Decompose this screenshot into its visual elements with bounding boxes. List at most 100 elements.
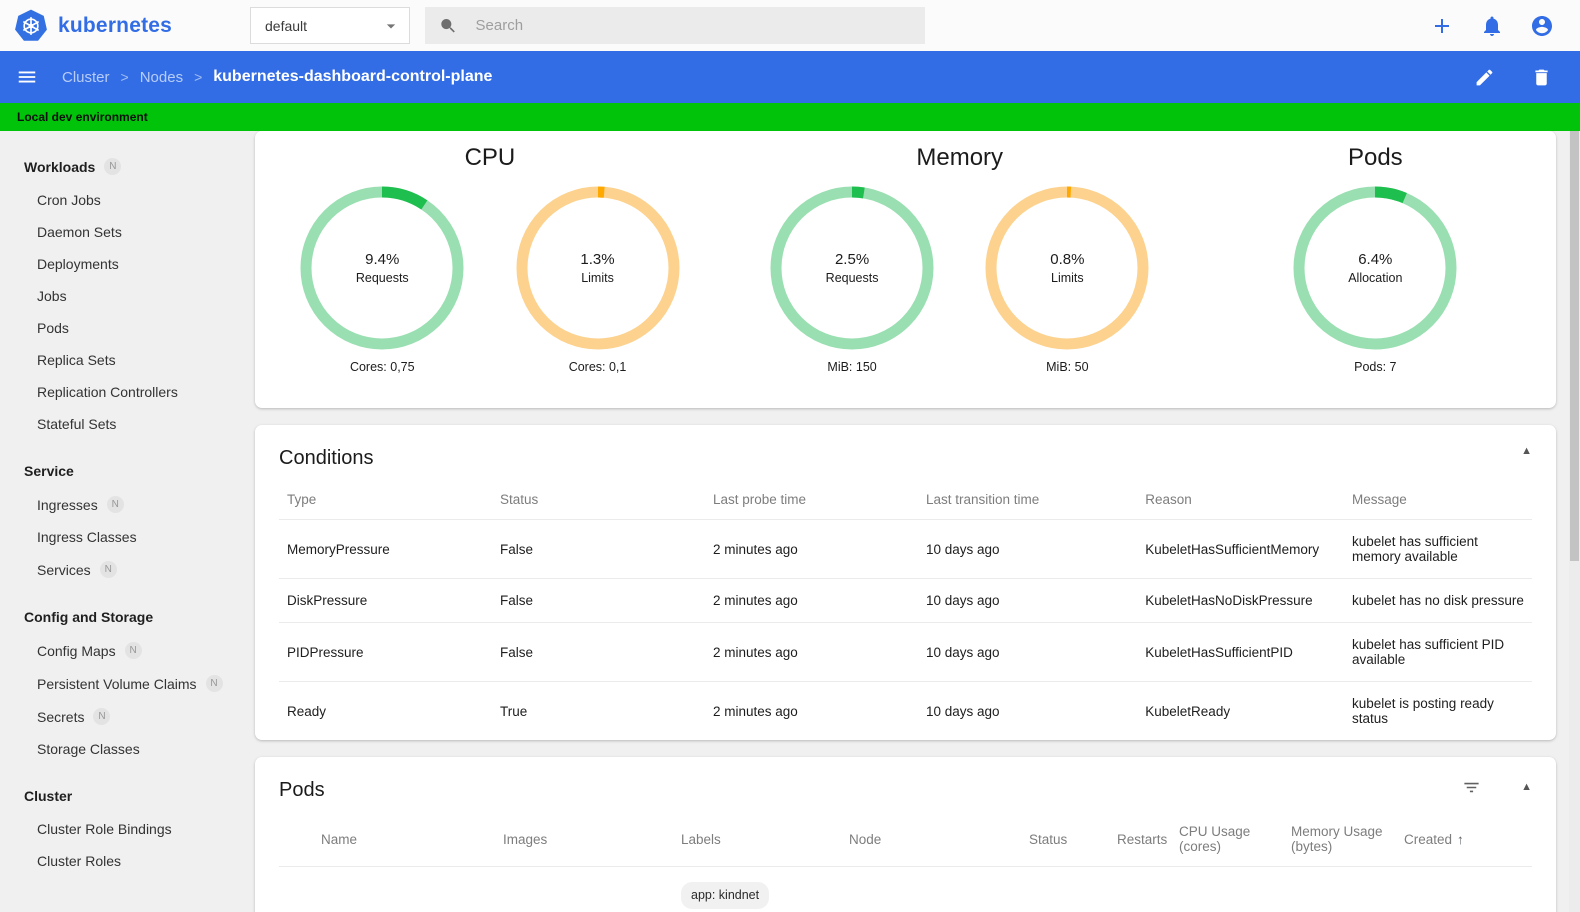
sidebar-item-cluster-role-bindings[interactable]: Cluster Role Bindings (0, 813, 250, 845)
sidebar-item-label: Persistent Volume Claims (37, 675, 197, 692)
pods-table-body: kindnet-fmj8ddocker.io/kindest/kindnetd:… (279, 867, 1532, 912)
sidebar-item-config-maps[interactable]: Config Maps N (0, 634, 250, 667)
donut-label: Limits (581, 271, 614, 285)
conditions-table-header-row: Type Status Last probe time Last transition… (279, 480, 1532, 520)
breadcrumb-current: kubernetes-dashboard-control-plane (213, 68, 493, 85)
conditions-column-message: Message (1344, 480, 1532, 520)
chart-title: Pods (1347, 144, 1403, 171)
pods-column-status[interactable]: Status (1021, 812, 1109, 867)
sidebar-item-replica-sets[interactable]: Replica Sets (0, 344, 250, 376)
conditions-title: Conditions (279, 447, 374, 469)
condition-cell: DiskPressure (279, 578, 492, 623)
filter-icon (1464, 782, 1479, 793)
pods-column-labels[interactable]: Labels (673, 812, 841, 867)
collapse-icon[interactable]: ▲ (1521, 446, 1532, 457)
conditions-table-body: MemoryPressure False 2 minutes ago 10 days … (279, 519, 1532, 741)
allocation-charts: CPU 9.4% Requests Cores: 0,75 1.3% Limits Core… (255, 131, 1556, 374)
column-label: Restarts (1117, 831, 1168, 847)
pods-column-memory-usage-bytes-[interactable]: Memory Usage (bytes) (1283, 812, 1396, 867)
search-bar[interactable] (425, 7, 925, 44)
pods-column-name[interactable]: Name (313, 812, 495, 867)
sidebar-section-workloads: Workloads N (0, 149, 250, 184)
collapse-icon[interactable]: ▲ (1521, 782, 1532, 793)
dropdown-arrow-icon (386, 23, 396, 28)
sidebar-item-daemon-sets[interactable]: Daemon Sets (0, 216, 250, 248)
delete-button[interactable] (1531, 67, 1552, 88)
sidebar-item-ingresses[interactable]: Ingresses N (0, 488, 250, 521)
notifications-button[interactable] (1480, 14, 1504, 38)
conditions-column-last-probe-time: Last probe time (705, 480, 918, 520)
pod-cpu-usage: - (1171, 867, 1283, 912)
sidebar-item-services[interactable]: Services N (0, 553, 250, 586)
column-label: Labels (681, 831, 721, 847)
sidebar-item-label: Cron Jobs (37, 192, 101, 208)
column-label: Name (321, 831, 358, 847)
pod-created: 10 days ago (1396, 867, 1490, 912)
donut-value: 9.4% (365, 251, 400, 268)
create-resource-button[interactable] (1430, 14, 1454, 38)
sidebar-item-replication-controllers[interactable]: Replication Controllers (0, 376, 250, 408)
sidebar-item-pods[interactable]: Pods (0, 312, 250, 344)
top-app-bar: kubernetes default (0, 0, 1580, 51)
sidebar-item-label: Deployments (37, 256, 119, 272)
sidebar-item-storage-classes[interactable]: Storage Classes (0, 733, 250, 765)
condition-cell: 2 minutes ago (705, 519, 918, 579)
sidebar-item-secrets[interactable]: Secrets N (0, 700, 250, 733)
sidebar-item-deployments[interactable]: Deployments (0, 248, 250, 280)
filter-button[interactable] (1462, 778, 1481, 797)
sidebar-item-persistent-volume-claims[interactable]: Persistent Volume Claims N (0, 667, 250, 700)
pods-column-created[interactable]: Created ↑ (1396, 812, 1490, 867)
edit-button[interactable] (1474, 67, 1495, 88)
pods-column-restarts[interactable]: Restarts (1109, 812, 1171, 867)
condition-cell: KubeletHasSufficientMemory (1137, 519, 1344, 579)
sidebar-item-label: Storage Classes (37, 741, 140, 757)
condition-cell: kubelet has sufficient PID available (1344, 622, 1532, 682)
donut-caption: Cores: 0,1 (568, 360, 627, 374)
sidebar-item-label: Ingresses (37, 496, 98, 513)
condition-cell: 2 minutes ago (705, 622, 918, 682)
sidebar-item-jobs[interactable]: Jobs (0, 280, 250, 312)
condition-cell: MemoryPressure (279, 519, 492, 579)
pods-column-cpu-usage-cores-[interactable]: CPU Usage (cores) (1171, 812, 1283, 867)
breadcrumb-link[interactable]: Nodes (140, 69, 183, 86)
sidebar-item-cluster-roles[interactable]: Cluster Roles (0, 845, 250, 877)
search-input[interactable] (473, 16, 911, 35)
donut-center: 6.4% Allocation (1287, 185, 1463, 351)
donut-caption: Pods: 7 (1354, 360, 1397, 374)
chart-title: CPU (464, 144, 516, 171)
sidebar-item-cron-jobs[interactable]: Cron Jobs (0, 184, 250, 216)
breadcrumb-link[interactable]: Cluster (62, 69, 110, 86)
conditions-column-type: Type (279, 480, 492, 520)
condition-cell: KubeletReady (1145, 703, 1231, 719)
sidebar-item-ingress-classes[interactable]: Ingress Classes (0, 521, 250, 553)
account-button[interactable] (1530, 14, 1554, 38)
chart-group-memory: Memory 2.5% Requests MiB: 150 0.8% Limits MiB:… (725, 139, 1195, 374)
condition-row: PIDPressure False 2 minutes ago 10 days ago… (279, 622, 1532, 682)
donut-caption: MiB: 50 (1046, 360, 1089, 374)
sidebar-item-label: Pods (37, 320, 69, 336)
pods-table: Name Images Labels Node Status Restarts CPU Us… (279, 812, 1532, 912)
kubernetes-logo[interactable]: kubernetes (0, 9, 250, 43)
condition-cell: kubelet has no disk pressure (1344, 578, 1532, 623)
condition-cell: 10 days ago (918, 622, 1138, 682)
sidebar-item-label: Cluster Role Bindings (37, 821, 172, 837)
chart-group-pods: Pods 6.4% Allocation Pods: 7 (1195, 139, 1556, 374)
column-label: Memory Usage (bytes) (1291, 824, 1383, 854)
pod-labels-cell: app: kindnetcontroller-revision-hash: 58… (673, 867, 841, 912)
pods-column-node[interactable]: Node (841, 812, 1021, 867)
namespace-selector[interactable]: default (250, 7, 410, 44)
condition-cell: Ready (287, 703, 327, 719)
pod-restarts: 5 (1109, 867, 1171, 912)
scrollbar-thumb[interactable] (1570, 131, 1579, 561)
vertical-scrollbar[interactable] (1569, 131, 1580, 912)
new-badge: N (99, 561, 117, 578)
sidebar-item-label: Secrets (37, 708, 85, 725)
condition-cell: False (492, 578, 705, 623)
donut-center: 9.4% Requests (294, 185, 470, 351)
sidebar-item-stateful-sets[interactable]: Stateful Sets (0, 408, 250, 440)
pods-column-images[interactable]: Images (495, 812, 673, 867)
menu-button[interactable] (16, 66, 38, 88)
conditions-card: Conditions ▲ Type Status Last probe time La… (255, 425, 1556, 740)
breadcrumb: Cluster > Nodes > kubernetes-dashboard-contr… (62, 68, 492, 86)
kubernetes-logo-icon (15, 9, 47, 41)
